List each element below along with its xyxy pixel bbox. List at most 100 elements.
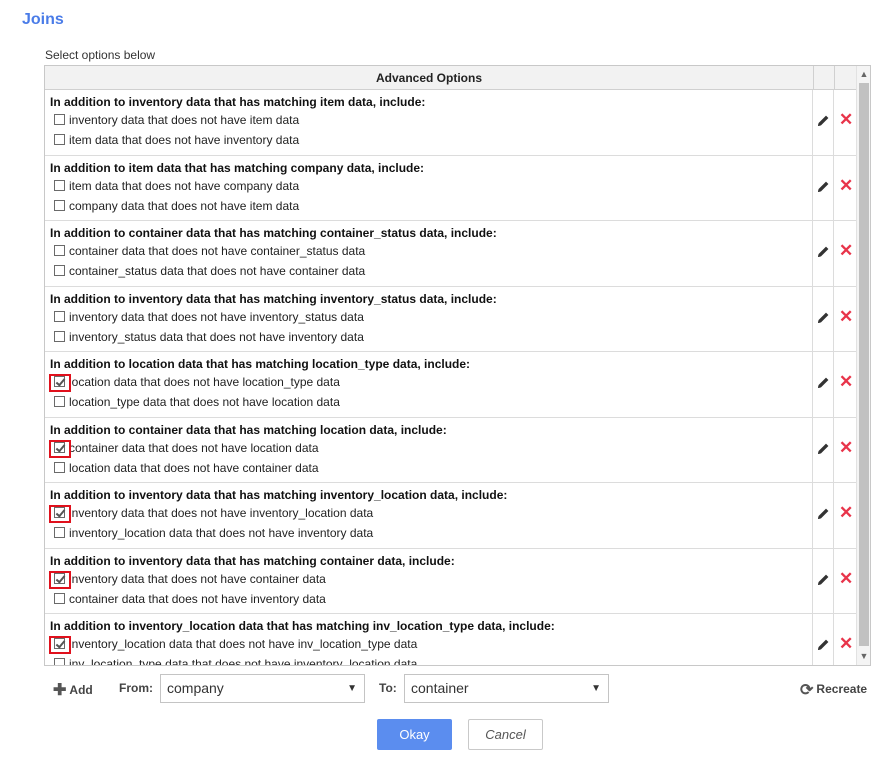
edit-cell <box>813 352 834 417</box>
option-checkbox[interactable] <box>54 199 65 211</box>
join-option[interactable]: inv_location_type data that does not hav… <box>54 657 417 665</box>
recreate-button[interactable]: ⟳ Recreate <box>800 680 867 700</box>
row-heading: In addition to location data that has ma… <box>50 357 471 371</box>
option-checkbox[interactable] <box>49 374 71 392</box>
join-option[interactable]: item data that does not have company dat… <box>54 179 299 193</box>
okay-button[interactable]: Okay <box>377 719 452 750</box>
pencil-icon[interactable] <box>817 311 830 329</box>
edit-cell <box>813 417 834 482</box>
join-option[interactable]: location_type data that does not have lo… <box>54 395 340 409</box>
join-option[interactable]: inventory data that does not have item d… <box>54 113 299 127</box>
row-content: In addition to item data that has matchi… <box>45 155 813 220</box>
from-select-value: company <box>167 680 224 696</box>
join-option[interactable]: inventory data that does not have contai… <box>49 570 326 589</box>
close-icon[interactable]: ✕ <box>839 242 853 259</box>
close-icon[interactable]: ✕ <box>839 439 853 456</box>
scroll-thumb[interactable] <box>859 83 869 646</box>
option-checkbox[interactable] <box>54 658 65 665</box>
delete-cell: ✕ <box>834 418 856 483</box>
recreate-label: Recreate <box>816 682 868 696</box>
header-delete-cell <box>834 66 856 90</box>
from-select[interactable]: company ▼ <box>160 674 365 703</box>
scroll-down-icon[interactable]: ▼ <box>859 650 869 662</box>
pencil-icon[interactable] <box>817 573 830 591</box>
close-icon[interactable]: ✕ <box>839 111 853 128</box>
pencil-icon[interactable] <box>817 376 830 394</box>
option-checkbox[interactable] <box>49 570 71 589</box>
pencil-icon[interactable] <box>817 245 830 263</box>
scroll-up-icon[interactable]: ▲ <box>859 68 869 80</box>
option-label: inventory data that does not have invent… <box>69 506 374 520</box>
join-option[interactable]: inventory_status data that does not have… <box>54 330 364 344</box>
grid-rows: In addition to inventory data that has m… <box>45 90 856 665</box>
option-checkbox[interactable] <box>54 114 65 125</box>
delete-cell: ✕ <box>834 287 856 352</box>
option-checkbox[interactable] <box>54 134 65 145</box>
row-heading: In addition to inventory_location data t… <box>50 619 555 633</box>
option-checkbox[interactable] <box>54 310 65 322</box>
option-label: container data that does not have locati… <box>69 440 319 455</box>
close-icon[interactable]: ✕ <box>839 177 853 194</box>
option-checkbox[interactable] <box>49 636 71 654</box>
option-checkbox[interactable] <box>49 439 71 458</box>
join-option[interactable]: inventory_location data that does not ha… <box>49 636 418 654</box>
join-option[interactable]: container_status data that does not have… <box>54 264 365 278</box>
close-icon[interactable]: ✕ <box>839 570 853 587</box>
from-label: From: <box>119 681 153 695</box>
join-option[interactable]: container data that does not have locati… <box>49 439 319 458</box>
option-label: company data that does not have item dat… <box>69 198 300 213</box>
option-label: inventory_location data that does not ha… <box>69 637 418 651</box>
pencil-icon[interactable] <box>817 507 830 525</box>
grid-header: Advanced Options <box>45 66 813 90</box>
plus-icon: ✚ <box>53 682 67 699</box>
refresh-icon: ⟳ <box>800 682 814 699</box>
delete-cell: ✕ <box>834 221 856 286</box>
option-checkbox[interactable] <box>54 245 65 256</box>
option-checkbox[interactable] <box>54 592 65 604</box>
row-content: In addition to inventory data that has m… <box>45 483 813 548</box>
close-icon[interactable]: ✕ <box>839 635 853 652</box>
row-heading: In addition to container data that has m… <box>50 226 497 240</box>
close-icon[interactable]: ✕ <box>839 504 853 521</box>
join-option[interactable]: company data that does not have item dat… <box>54 199 299 213</box>
option-label: item data that does not have company dat… <box>69 178 300 193</box>
option-checkbox[interactable] <box>54 179 65 191</box>
row-content: In addition to container data that has m… <box>45 221 813 286</box>
option-checkbox[interactable] <box>54 396 65 407</box>
join-option[interactable]: item data that does not have inventory d… <box>54 133 299 147</box>
option-label: location data that does not have locatio… <box>69 375 340 389</box>
join-option[interactable]: location data that does not have contain… <box>54 461 319 475</box>
cancel-button[interactable]: Cancel <box>468 719 543 750</box>
option-checkbox[interactable] <box>49 505 71 523</box>
row-heading: In addition to container data that has m… <box>50 422 447 437</box>
pencil-icon[interactable] <box>817 180 830 198</box>
delete-cell: ✕ <box>834 156 856 221</box>
option-checkbox[interactable] <box>54 527 65 538</box>
close-icon[interactable]: ✕ <box>839 308 853 325</box>
delete-cell: ✕ <box>834 483 856 548</box>
option-checkbox[interactable] <box>54 265 65 276</box>
pencil-icon[interactable] <box>817 442 830 460</box>
option-label: inventory_status data that does not have… <box>69 329 364 344</box>
chevron-down-icon: ▼ <box>591 683 601 694</box>
table-row: In addition to inventory data that has m… <box>45 483 856 549</box>
close-icon[interactable]: ✕ <box>839 373 853 390</box>
option-checkbox[interactable] <box>54 461 65 473</box>
vertical-scrollbar[interactable]: ▲ ▼ <box>856 66 870 665</box>
join-option[interactable]: location data that does not have locatio… <box>49 374 340 392</box>
table-row: In addition to container data that has m… <box>45 221 856 287</box>
option-checkbox[interactable] <box>54 330 65 342</box>
join-option[interactable]: inventory data that does not have invent… <box>49 505 374 523</box>
highlight-box <box>49 439 71 458</box>
join-option[interactable]: inventory data that does not have invent… <box>54 310 364 324</box>
join-option[interactable]: inventory_location data that does not ha… <box>54 526 373 540</box>
join-option[interactable]: container data that does not have invent… <box>54 592 326 606</box>
table-row: In addition to item data that has matchi… <box>45 155 856 221</box>
pencil-icon[interactable] <box>817 638 830 656</box>
to-select[interactable]: container ▼ <box>404 674 609 703</box>
edit-cell <box>813 548 834 613</box>
pencil-icon[interactable] <box>817 114 830 132</box>
add-button[interactable]: ✚ Add <box>53 680 93 700</box>
row-heading: In addition to inventory data that has m… <box>50 553 455 568</box>
join-option[interactable]: container data that does not have contai… <box>54 244 365 258</box>
